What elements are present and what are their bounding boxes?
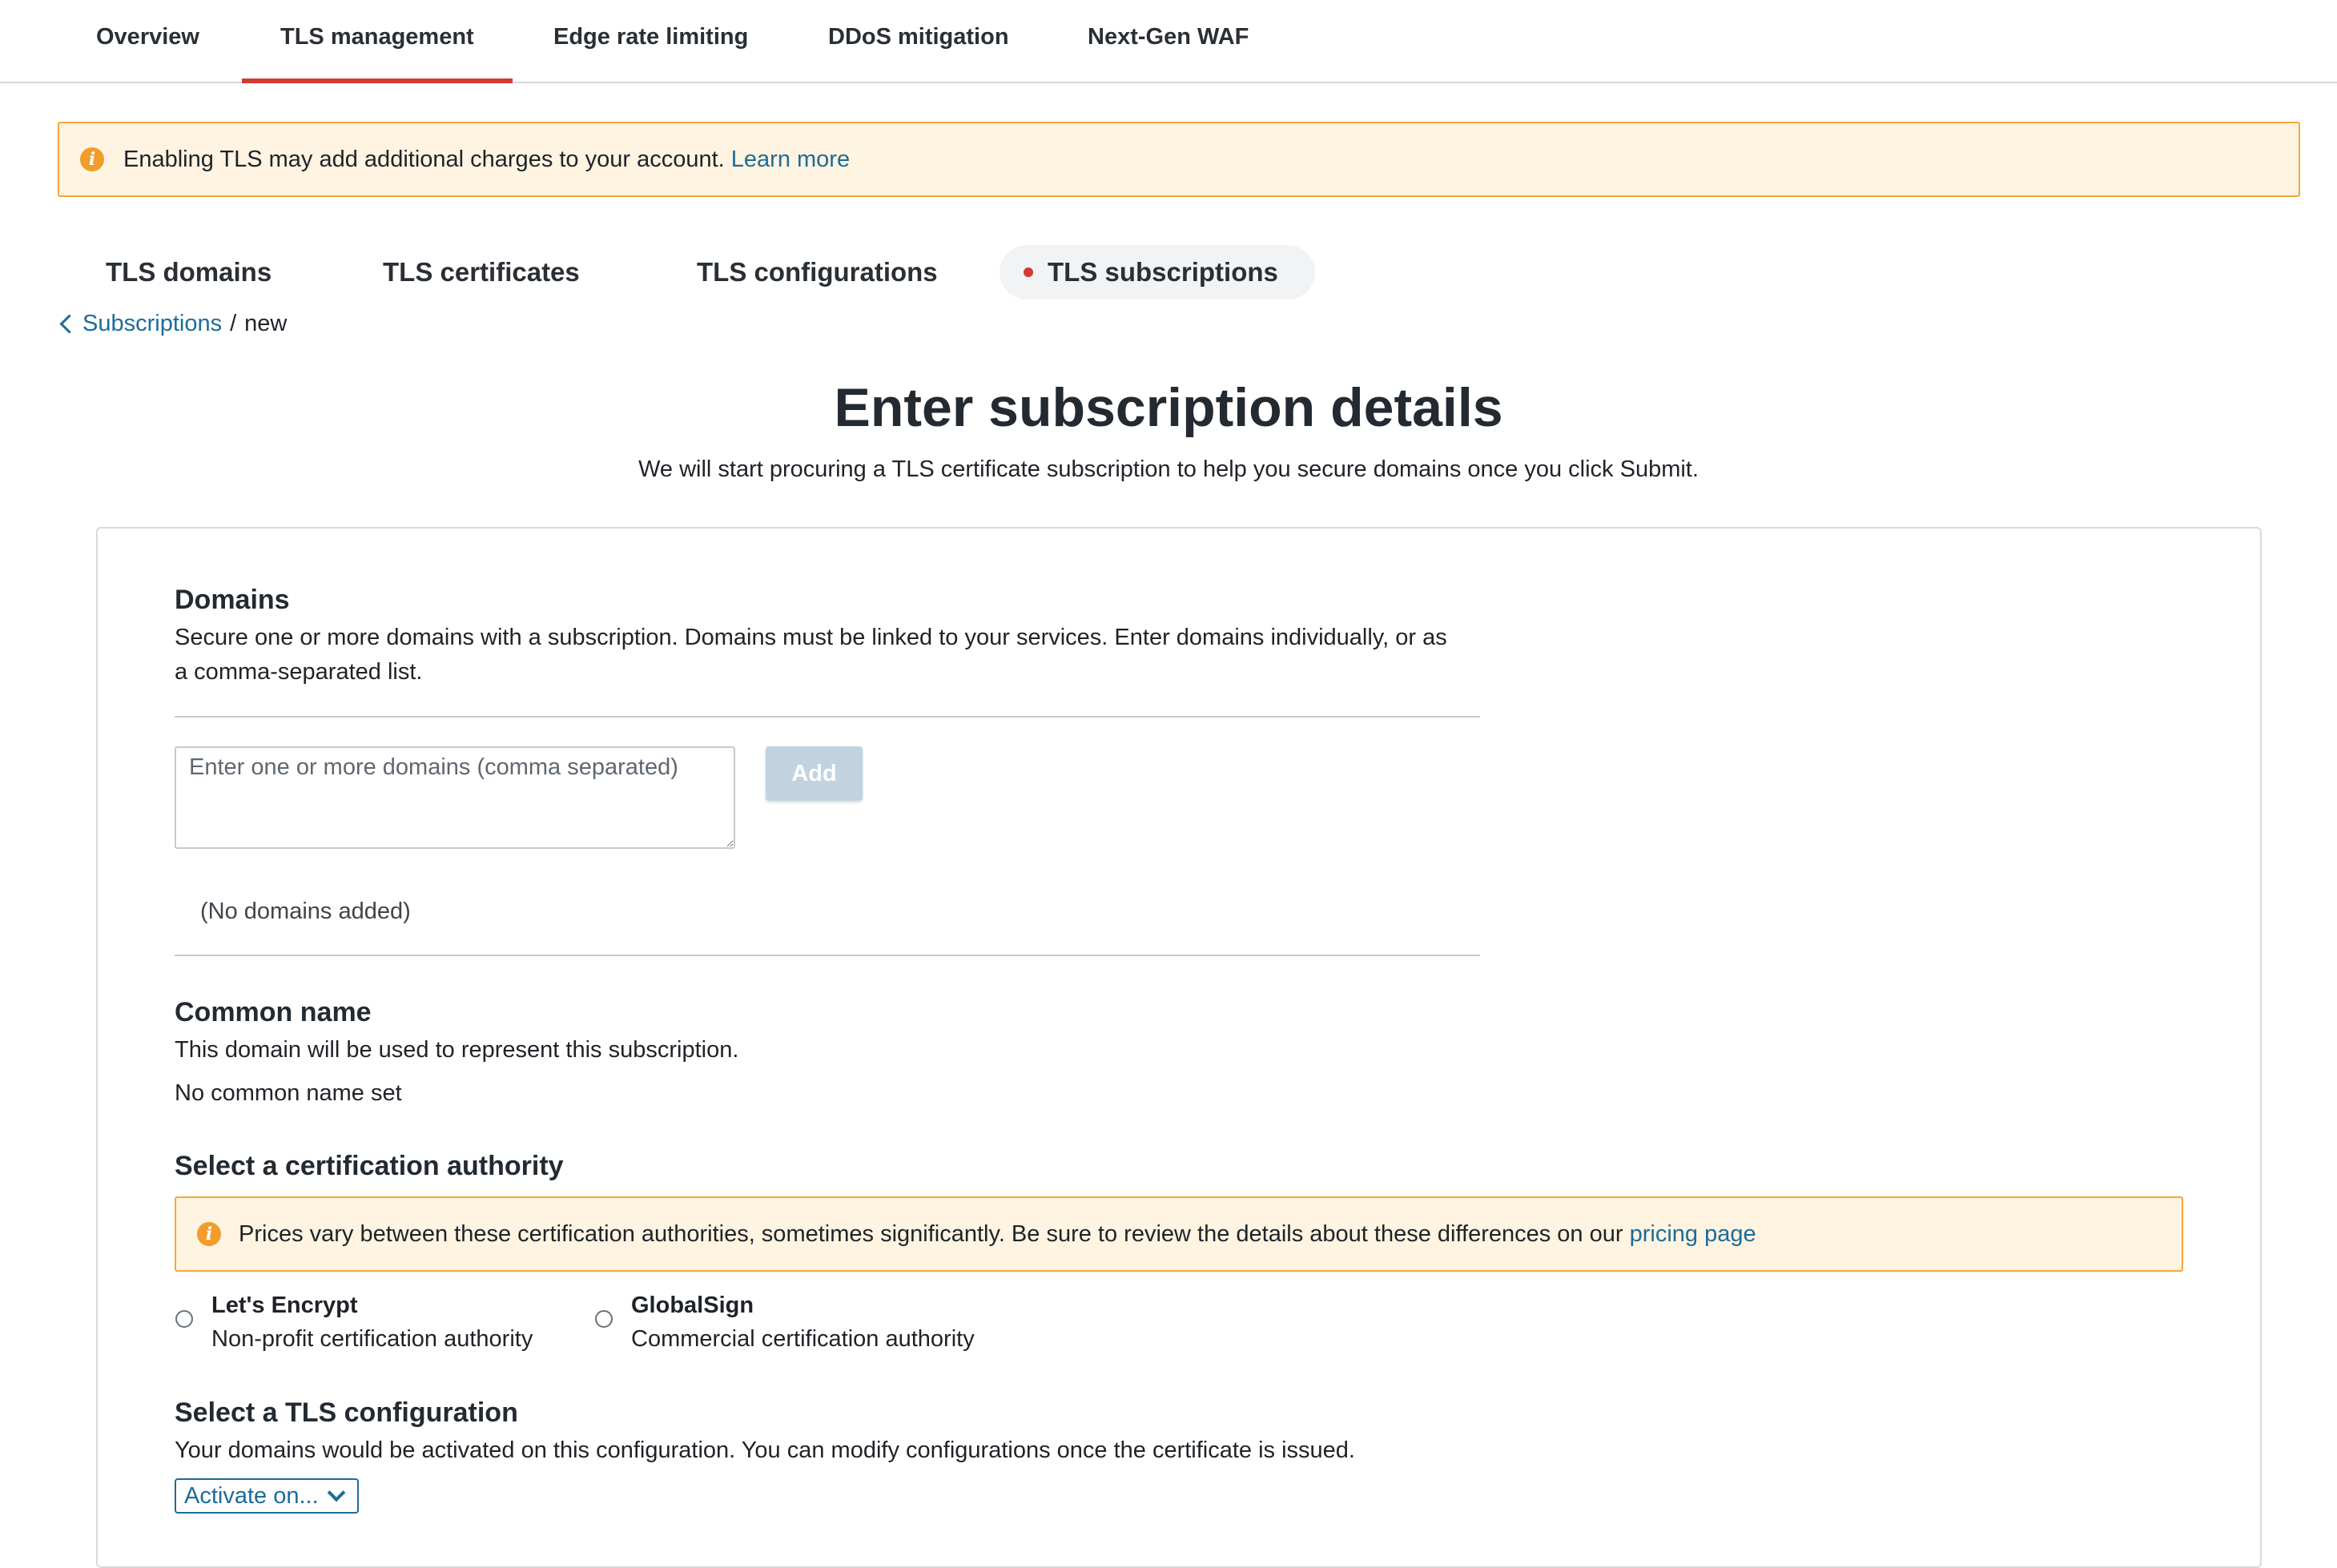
page-subtitle: We will start procuring a TLS certificat… <box>638 456 1699 482</box>
info-icon: i <box>80 147 104 171</box>
common-name-value: No common name set <box>175 1080 402 1106</box>
pricing-notice: i Prices vary between these certificatio… <box>175 1196 2183 1272</box>
tab-edge-rate-limiting[interactable]: Edge rate limiting <box>515 0 786 82</box>
add-domain-button[interactable]: Add <box>766 746 863 801</box>
pricing-page-link[interactable]: pricing page <box>1630 1221 1756 1247</box>
domains-title: Domains <box>175 585 290 615</box>
tab-tls-management[interactable]: TLS management <box>242 0 513 83</box>
radio-globalsign[interactable] <box>595 1310 613 1328</box>
breadcrumb-current: new <box>244 311 288 336</box>
notice-text: Enabling TLS may add additional charges … <box>123 146 851 172</box>
globalsign-description: Commercial certification authority <box>631 1326 975 1352</box>
tab-tls-subscriptions[interactable]: TLS subscriptions <box>1000 245 1315 300</box>
globalsign-label[interactable]: GlobalSign <box>631 1293 754 1319</box>
active-dot-icon <box>1024 267 1033 277</box>
domains-description-line2: a comma-separated list. <box>175 659 423 685</box>
tab-tls-domains[interactable]: TLS domains <box>82 245 296 300</box>
lets-encrypt-description: Non-profit certification authority <box>211 1326 533 1352</box>
tab-next-gen-waf[interactable]: Next-Gen WAF <box>1049 0 1287 82</box>
domains-top-divider <box>175 716 1480 718</box>
chevron-left-icon[interactable] <box>59 314 79 334</box>
page-title: Enter subscription details <box>834 377 1503 438</box>
breadcrumb-subscriptions-link[interactable]: Subscriptions <box>82 311 222 337</box>
info-icon: i <box>197 1222 221 1246</box>
common-name-title: Common name <box>175 997 372 1027</box>
tls-configuration-title: Select a TLS configuration <box>175 1397 518 1428</box>
pricing-notice-text: Prices vary between these certification … <box>239 1220 1756 1247</box>
top-tabs: Overview TLS management Edge rate limiti… <box>0 0 2337 83</box>
tab-tls-certificates[interactable]: TLS certificates <box>359 245 604 300</box>
tab-tls-configurations[interactable]: TLS configurations <box>673 245 962 300</box>
radio-lets-encrypt[interactable] <box>175 1310 193 1328</box>
tls-configuration-select[interactable]: Activate on... <box>175 1478 359 1514</box>
learn-more-link[interactable]: Learn more <box>731 147 850 172</box>
lets-encrypt-label[interactable]: Let's Encrypt <box>211 1293 358 1319</box>
chevron-down-icon <box>327 1483 345 1502</box>
domains-description-line1: Secure one or more domains with a subscr… <box>175 625 1447 650</box>
tls-configuration-description: Your domains would be activated on this … <box>175 1437 1355 1463</box>
common-name-description: This domain will be used to represent th… <box>175 1037 739 1063</box>
no-domains-text: (No domains added) <box>200 899 411 924</box>
breadcrumb-separator: / <box>230 311 237 336</box>
tab-overview[interactable]: Overview <box>58 0 238 82</box>
breadcrumb: Subscriptions / new <box>58 311 287 337</box>
domains-input[interactable] <box>175 746 735 849</box>
tab-ddos-mitigation[interactable]: DDoS mitigation <box>790 0 1048 82</box>
domains-bottom-divider <box>175 955 1480 956</box>
charges-notice: i Enabling TLS may add additional charge… <box>58 122 2300 197</box>
certification-authority-title: Select a certification authority <box>175 1151 564 1181</box>
